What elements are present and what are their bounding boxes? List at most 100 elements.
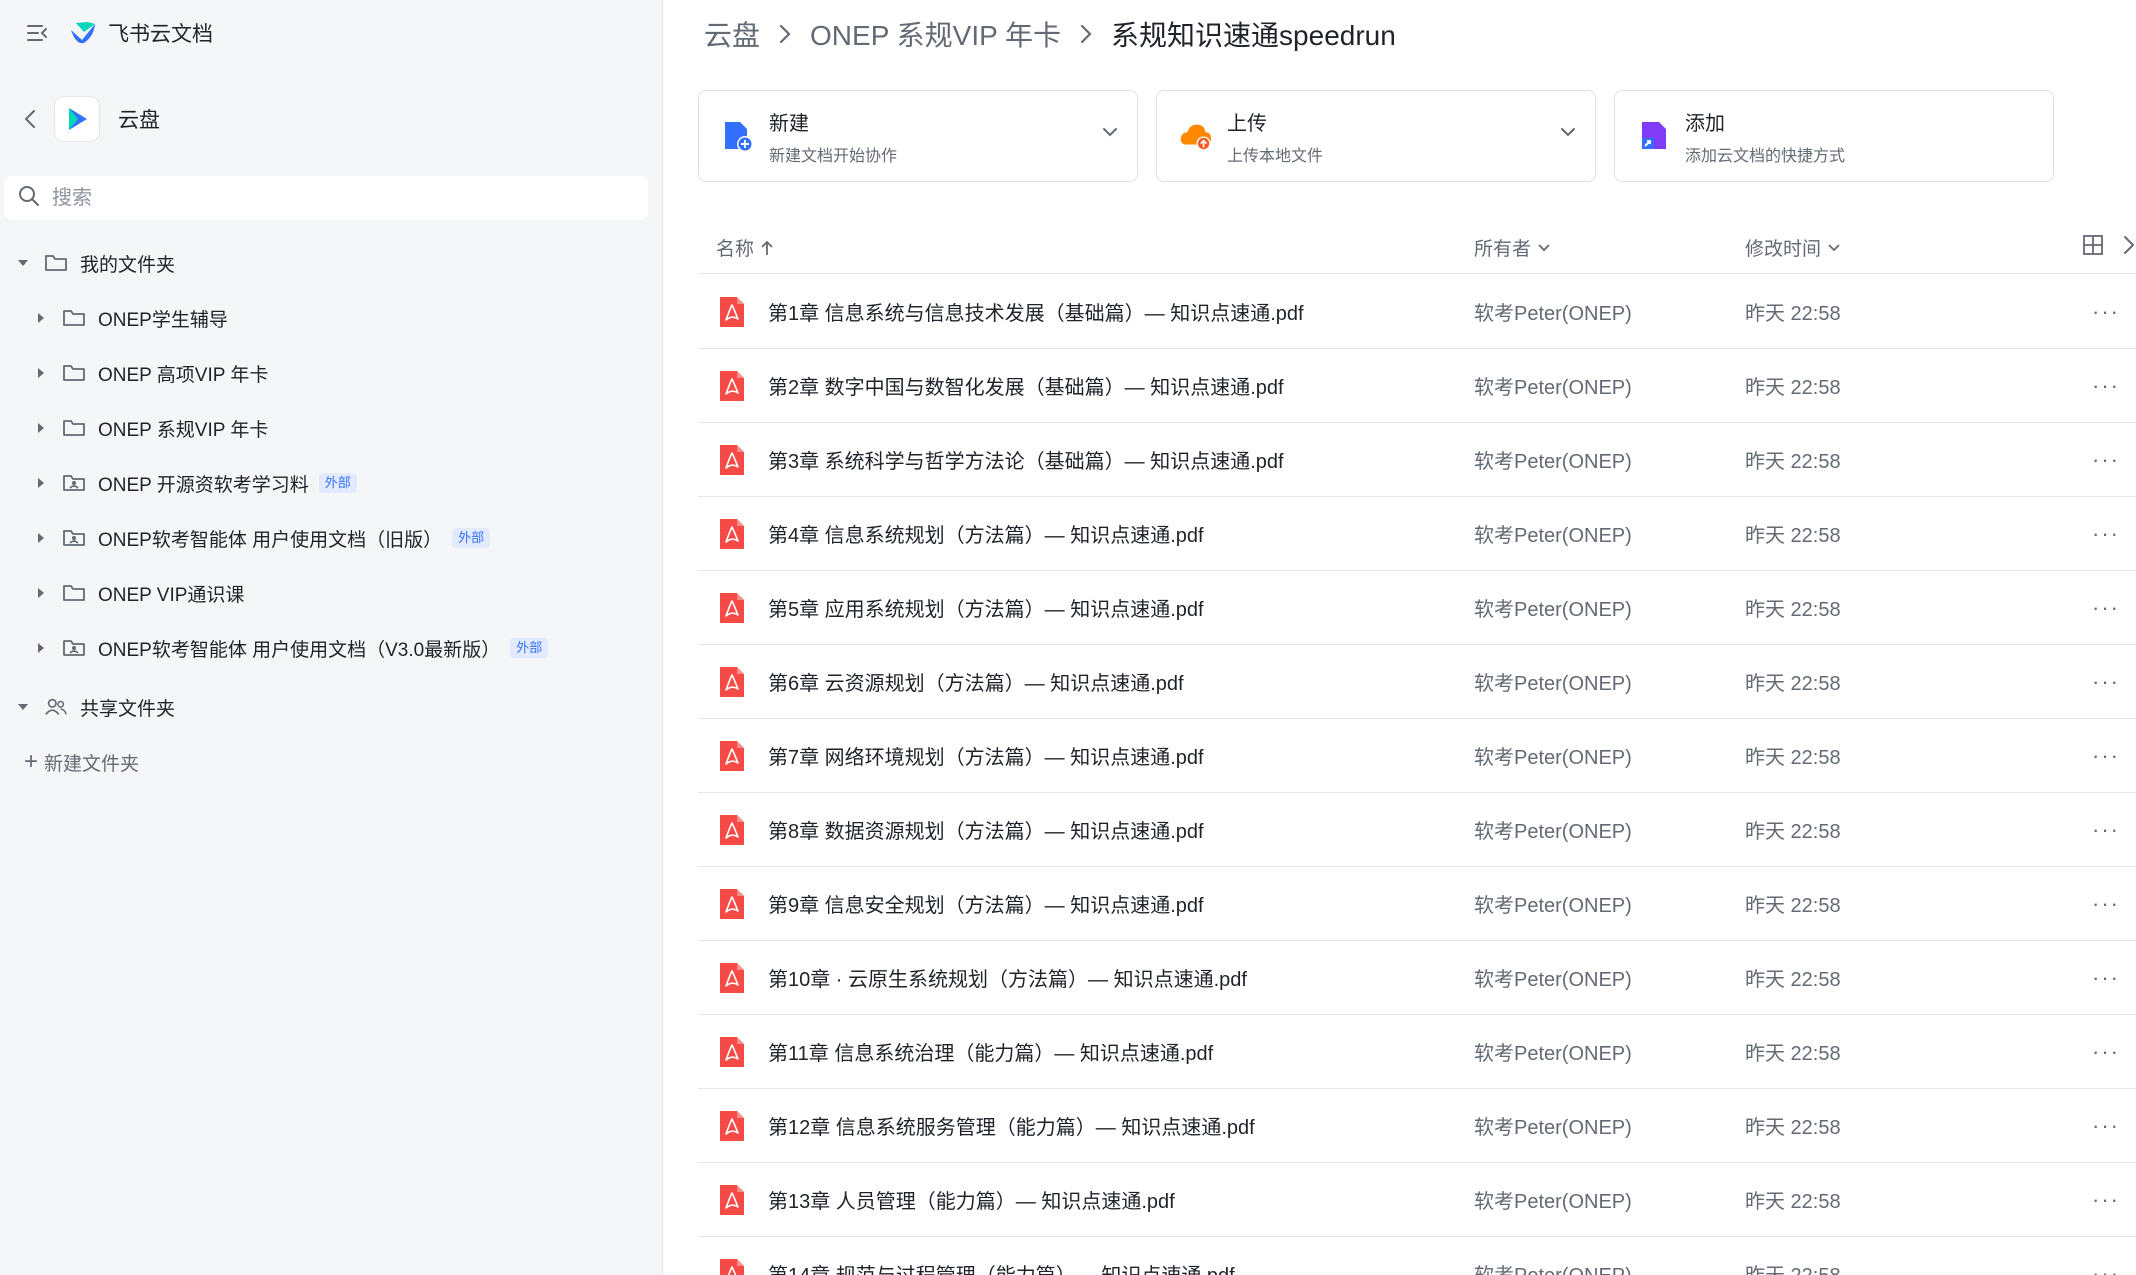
file-row[interactable]: 第4章 信息系统规划（方法篇）— 知识点速通.pdf 软考Peter(ONEP) 昨… xyxy=(698,497,2136,571)
tree-label: ONEP 开源资软考学习料 xyxy=(98,474,309,496)
more-options-icon[interactable]: ··· xyxy=(2092,1113,2120,1139)
more-options-icon[interactable]: ··· xyxy=(2092,1039,2120,1065)
search-box[interactable] xyxy=(4,176,648,220)
tree-item[interactable]: ONEP软考智能体 用户使用文档（旧版） 外部 xyxy=(34,518,491,558)
sort-by-time[interactable]: 修改时间 xyxy=(1745,234,1841,261)
caret-right-icon[interactable] xyxy=(34,476,48,490)
file-row[interactable]: 第11章 信息系统治理（能力篇）— 知识点速通.pdf 软考Peter(ONEP)… xyxy=(698,1015,2136,1089)
more-options-icon[interactable]: ··· xyxy=(2092,743,2120,769)
search-input[interactable] xyxy=(52,186,612,210)
file-name[interactable]: 第3章 系统科学与哲学方法论（基础篇）— 知识点速通.pdf xyxy=(768,445,1284,474)
tree-my-folder[interactable]: 我的文件夹 xyxy=(16,243,175,283)
file-name[interactable]: 第2章 数字中国与数智化发展（基础篇）— 知识点速通.pdf xyxy=(768,371,1284,400)
chevron-down-icon[interactable] xyxy=(1101,125,1119,143)
file-name[interactable]: 第8章 数据资源规划（方法篇）— 知识点速通.pdf xyxy=(768,815,1204,844)
breadcrumb-item[interactable]: 云盘 xyxy=(704,14,760,54)
caret-down-icon[interactable] xyxy=(16,256,30,270)
action-subtitle: 上传本地文件 xyxy=(1227,147,1324,165)
more-options-icon[interactable]: ··· xyxy=(2092,595,2120,621)
pdf-file-icon xyxy=(718,665,746,699)
more-options-icon[interactable]: ··· xyxy=(2092,965,2120,991)
upload-button[interactable]: 上传 上传本地文件 xyxy=(1156,90,1596,182)
more-options-icon[interactable]: ··· xyxy=(2092,891,2120,917)
new-folder-button[interactable]: + 新建文件夹 xyxy=(24,742,139,782)
file-owner: 软考Peter(ONEP) xyxy=(1474,747,1632,769)
more-options-icon[interactable]: ··· xyxy=(2092,299,2120,325)
file-name[interactable]: 第10章 · 云原生系统规划（方法篇）— 知识点速通.pdf xyxy=(768,963,1247,992)
breadcrumb-item[interactable]: ONEP 系规VIP 年卡 xyxy=(810,14,1061,54)
more-options-icon[interactable]: ··· xyxy=(2092,373,2120,399)
file-name[interactable]: 第1章 信息系统与信息技术发展（基础篇）— 知识点速通.pdf xyxy=(768,297,1304,326)
caret-right-icon[interactable] xyxy=(34,366,48,380)
tree-item[interactable]: ONEP学生辅导 xyxy=(34,298,228,338)
tree-item[interactable]: ONEP 系规VIP 年卡 xyxy=(34,408,268,448)
file-row[interactable]: 第6章 云资源规划（方法篇）— 知识点速通.pdf 软考Peter(ONEP) 昨天… xyxy=(698,645,2136,719)
arrow-up-icon xyxy=(760,239,774,257)
grid-view-icon[interactable] xyxy=(2082,234,2104,262)
more-options-icon[interactable]: ··· xyxy=(2092,817,2120,843)
add-shortcut-button[interactable]: 添加 添加云文档的快捷方式 xyxy=(1614,90,2054,182)
file-row[interactable]: 第14章 规范与过程管理（能力篇）— 知识点速通.pdf 软考Peter(ONEP… xyxy=(698,1237,2136,1275)
file-name[interactable]: 第4章 信息系统规划（方法篇）— 知识点速通.pdf xyxy=(768,519,1204,548)
collapse-sidebar-icon[interactable] xyxy=(24,20,50,46)
folder-icon xyxy=(44,253,68,273)
tree-item[interactable]: ONEP软考智能体 用户使用文档（V3.0最新版） 外部 xyxy=(34,628,549,668)
file-modified-time: 昨天 22:58 xyxy=(1745,451,1841,473)
more-options-icon[interactable]: ··· xyxy=(2092,1261,2120,1275)
back-arrow-icon[interactable] xyxy=(20,104,40,134)
file-name[interactable]: 第7章 网络环境规划（方法篇）— 知识点速通.pdf xyxy=(768,741,1204,770)
file-name[interactable]: 第6章 云资源规划（方法篇）— 知识点速通.pdf xyxy=(768,667,1184,696)
file-modified-time: 昨天 22:58 xyxy=(1745,821,1841,843)
file-row[interactable]: 第2章 数字中国与数智化发展（基础篇）— 知识点速通.pdf 软考Peter(ON… xyxy=(698,349,2136,423)
caret-right-icon[interactable] xyxy=(34,586,48,600)
lark-docs-logo-icon[interactable] xyxy=(68,18,98,48)
file-row[interactable]: 第8章 数据资源规划（方法篇）— 知识点速通.pdf 软考Peter(ONEP) 昨… xyxy=(698,793,2136,867)
tree-item[interactable]: ONEP 高项VIP 年卡 xyxy=(34,353,268,393)
file-row[interactable]: 第12章 信息系统服务管理（能力篇）— 知识点速通.pdf 软考Peter(ONE… xyxy=(698,1089,2136,1163)
caret-right-icon[interactable] xyxy=(34,641,48,655)
caret-right-icon[interactable] xyxy=(34,311,48,325)
sort-by-name[interactable]: 名称 xyxy=(716,234,774,261)
tree-item[interactable]: ONEP VIP通识课 xyxy=(34,573,244,613)
file-row[interactable]: 第10章 · 云原生系统规划（方法篇）— 知识点速通.pdf 软考Peter(ON… xyxy=(698,941,2136,1015)
action-title: 添加 xyxy=(1685,112,1725,135)
file-owner: 软考Peter(ONEP) xyxy=(1474,1191,1632,1213)
pdf-file-icon xyxy=(718,1257,746,1275)
chevron-right-icon[interactable] xyxy=(2122,234,2136,262)
app-title[interactable]: 飞书云文档 xyxy=(108,18,213,48)
tree-label: ONEP VIP通识课 xyxy=(98,584,245,606)
file-owner: 软考Peter(ONEP) xyxy=(1474,1043,1632,1065)
caret-right-icon[interactable] xyxy=(34,531,48,545)
file-modified-time: 昨天 22:58 xyxy=(1745,969,1841,991)
file-name[interactable]: 第14章 规范与过程管理（能力篇）— 知识点速通.pdf xyxy=(768,1259,1235,1275)
file-name[interactable]: 第5章 应用系统规划（方法篇）— 知识点速通.pdf xyxy=(768,593,1204,622)
caret-right-icon[interactable] xyxy=(34,421,48,435)
file-row[interactable]: 第5章 应用系统规划（方法篇）— 知识点速通.pdf 软考Peter(ONEP) 昨… xyxy=(698,571,2136,645)
file-row[interactable]: 第7章 网络环境规划（方法篇）— 知识点速通.pdf 软考Peter(ONEP) 昨… xyxy=(698,719,2136,793)
file-row[interactable]: 第9章 信息安全规划（方法篇）— 知识点速通.pdf 软考Peter(ONEP) 昨… xyxy=(698,867,2136,941)
caret-down-icon[interactable] xyxy=(16,700,30,714)
file-name[interactable]: 第12章 信息系统服务管理（能力篇）— 知识点速通.pdf xyxy=(768,1111,1255,1140)
external-badge: 外部 xyxy=(510,638,549,658)
filter-by-owner[interactable]: 所有者 xyxy=(1474,234,1551,261)
tree-label: 我的文件夹 xyxy=(80,254,176,276)
file-row[interactable]: 第13章 人员管理（能力篇）— 知识点速通.pdf 软考Peter(ONEP) 昨天… xyxy=(698,1163,2136,1237)
file-name[interactable]: 第9章 信息安全规划（方法篇）— 知识点速通.pdf xyxy=(768,889,1204,918)
drive-title: 云盘 xyxy=(118,109,160,132)
tree-shared-folder[interactable]: 共享文件夹 xyxy=(16,687,175,727)
more-options-icon[interactable]: ··· xyxy=(2092,669,2120,695)
file-owner: 软考Peter(ONEP) xyxy=(1474,1117,1632,1139)
file-name[interactable]: 第11章 信息系统治理（能力篇）— 知识点速通.pdf xyxy=(768,1037,1213,1066)
file-name[interactable]: 第13章 人员管理（能力篇）— 知识点速通.pdf xyxy=(768,1185,1175,1214)
chevron-down-icon[interactable] xyxy=(1559,125,1577,143)
new-button[interactable]: 新建 新建文档开始协作 xyxy=(698,90,1138,182)
more-options-icon[interactable]: ··· xyxy=(2092,447,2120,473)
action-title: 新建 xyxy=(769,112,809,135)
file-row[interactable]: 第1章 信息系统与信息技术发展（基础篇）— 知识点速通.pdf 软考Peter(O… xyxy=(698,275,2136,349)
more-options-icon[interactable]: ··· xyxy=(2092,1187,2120,1213)
more-options-icon[interactable]: ··· xyxy=(2092,521,2120,547)
tree-item[interactable]: ONEP 开源资软考学习料 外部 xyxy=(34,463,357,503)
file-row[interactable]: 第3章 系统科学与哲学方法论（基础篇）— 知识点速通.pdf 软考Peter(ON… xyxy=(698,423,2136,497)
chevron-down-icon xyxy=(1537,243,1551,253)
folder-icon xyxy=(62,583,86,603)
